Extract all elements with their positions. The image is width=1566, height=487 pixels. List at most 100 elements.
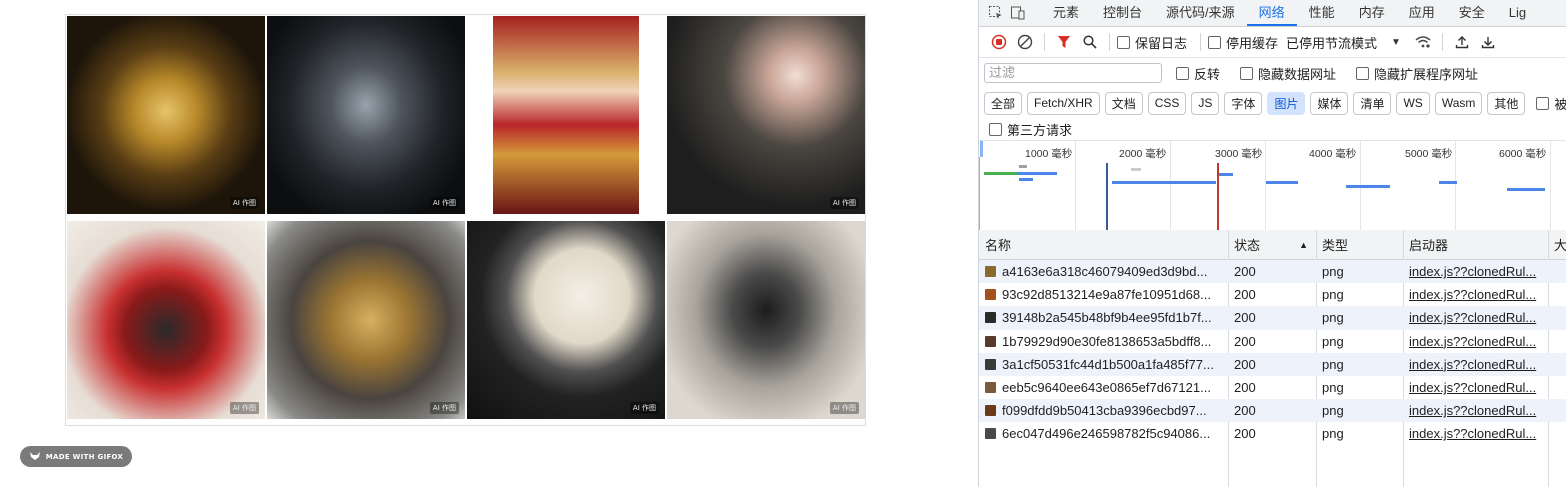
tab-security[interactable]: 安全 xyxy=(1447,0,1497,26)
column-type[interactable]: 类型 xyxy=(1316,230,1403,259)
tab-performance[interactable]: 性能 xyxy=(1297,0,1347,26)
inspect-element-icon[interactable] xyxy=(985,2,1007,24)
table-row[interactable]: eeb5c9640ee643e0865ef7d67121... 200 png ind… xyxy=(979,376,1566,399)
table-row[interactable]: 6ec047d496e246598782f5c94086... 200 png ind… xyxy=(979,422,1566,445)
request-name-cell[interactable]: 3a1cf50531fc44d1b500a1fa485f77... xyxy=(979,353,1228,376)
search-icon[interactable] xyxy=(1078,30,1102,54)
initiator-link[interactable]: index.js??clonedRul... xyxy=(1409,380,1536,395)
clear-icon[interactable] xyxy=(1013,30,1037,54)
blocked-requests-checkbox[interactable]: 被 xyxy=(1536,94,1566,113)
hide-data-urls-checkbox[interactable]: 隐藏数据网址 xyxy=(1240,64,1336,83)
gold-mecha-tile[interactable]: AI 作图 xyxy=(67,16,265,214)
tab-sources[interactable]: 源代码/来源 xyxy=(1154,0,1247,26)
gifox-watermark: MADE WITH GIFOX xyxy=(20,446,132,467)
table-row[interactable]: a4163e6a318c46079409ed3d9bd... 200 png inde… xyxy=(979,260,1566,284)
checkbox-box[interactable] xyxy=(1176,66,1189,80)
request-name-cell[interactable]: a4163e6a318c46079409ed3d9bd... xyxy=(979,260,1228,283)
initiator-link[interactable]: index.js??clonedRul... xyxy=(1409,287,1536,302)
checkbox-box[interactable] xyxy=(1536,96,1550,110)
type-filter-img[interactable]: 图片 xyxy=(1267,91,1306,115)
preserve-log-checkbox[interactable]: 保留日志 xyxy=(1117,33,1187,52)
disable-cache-checkbox[interactable]: 停用缓存 xyxy=(1208,33,1278,52)
request-initiator[interactable]: index.js??clonedRul... xyxy=(1403,283,1548,306)
checkbox-box[interactable] xyxy=(1240,66,1254,80)
export-har-icon[interactable] xyxy=(1476,30,1500,54)
image-thumbnail xyxy=(985,428,996,440)
invert-checkbox[interactable]: 反转 xyxy=(1176,64,1220,83)
column-name[interactable]: 名称 xyxy=(979,230,1228,259)
type-filter-media[interactable]: 媒体 xyxy=(1310,91,1349,115)
request-name: eeb5c9640ee643e0865ef7d67121... xyxy=(1002,380,1211,396)
initiator-link[interactable]: index.js??clonedRul... xyxy=(1409,403,1536,418)
ai-badge: AI 作图 xyxy=(429,197,459,209)
timeline-selection-start[interactable] xyxy=(980,141,983,157)
checkbox-box[interactable] xyxy=(1208,35,1222,49)
device-toolbar-icon[interactable] xyxy=(1007,2,1029,24)
table-row[interactable]: f099dfdd9b50413cba9396ecbd97... 200 png ind… xyxy=(979,399,1566,423)
filter-input[interactable]: 过滤 xyxy=(984,63,1162,83)
column-status[interactable]: 状态 ▲ xyxy=(1228,230,1316,259)
request-name-cell[interactable]: f099dfdd9b50413cba9396ecbd97... xyxy=(979,399,1228,422)
request-name-cell[interactable]: 93c92d8513214e9a87fe10951d68... xyxy=(979,283,1228,306)
red-armor-girl-tile[interactable] xyxy=(493,16,639,214)
filter-funnel-icon[interactable] xyxy=(1052,30,1076,54)
type-filter-fetch-xhr[interactable]: Fetch/XHR xyxy=(1027,91,1100,115)
request-initiator[interactable]: index.js??clonedRul... xyxy=(1403,399,1548,422)
type-filter-wasm[interactable]: Wasm xyxy=(1434,91,1483,115)
network-conditions-icon[interactable] xyxy=(1411,30,1435,54)
request-initiator[interactable]: index.js??clonedRul... xyxy=(1403,376,1548,399)
tab-console[interactable]: 控制台 xyxy=(1091,0,1154,26)
request-initiator[interactable]: index.js??clonedRul... xyxy=(1403,260,1548,283)
type-filter-other[interactable]: 其他 xyxy=(1487,91,1526,115)
type-filter-css[interactable]: CSS xyxy=(1147,91,1187,115)
type-filter-doc[interactable]: 文档 xyxy=(1104,91,1143,115)
type-filter-js[interactable]: JS xyxy=(1191,91,1220,115)
red-beast-tile[interactable]: AI 作图 xyxy=(67,221,265,419)
initiator-link[interactable]: index.js??clonedRul... xyxy=(1409,426,1536,441)
ai-badge: AI 作图 xyxy=(429,402,459,414)
table-row[interactable]: 39148b2a545b48bf9b4ee95fd1b7f... 200 png in… xyxy=(979,306,1566,330)
dragon-lotus-tile[interactable]: AI 作图 xyxy=(667,16,865,214)
moon-dragon-tile[interactable]: AI 作图 xyxy=(467,221,665,419)
request-name-cell[interactable]: eeb5c9640ee643e0865ef7d67121... xyxy=(979,376,1228,399)
table-row[interactable]: 93c92d8513214e9a87fe10951d68... 200 png ind… xyxy=(979,283,1566,306)
checkbox-box[interactable] xyxy=(1117,35,1130,49)
type-filter-font[interactable]: 字体 xyxy=(1224,91,1263,115)
tab-network[interactable]: 网络 xyxy=(1246,0,1297,26)
request-initiator[interactable]: index.js??clonedRul... xyxy=(1403,330,1548,353)
tab-elements[interactable]: 元素 xyxy=(1041,0,1091,26)
silver-mecha-tile[interactable]: AI 作图 xyxy=(667,221,865,419)
column-initiator[interactable]: 启动器 xyxy=(1403,230,1548,259)
column-size[interactable]: 大 xyxy=(1548,230,1566,259)
tab-lighthouse[interactable]: Lig xyxy=(1497,0,1538,26)
request-name-cell[interactable]: 6ec047d496e246598782f5c94086... xyxy=(979,422,1228,445)
timeline-overview[interactable]: 1000 毫秒 2000 毫秒 3000 毫秒 4000 毫秒 5000 毫秒 … xyxy=(979,140,1566,231)
table-row[interactable]: 1b79929d90e30fe8138653a5bdff8... 200 png in… xyxy=(979,330,1566,353)
golden-dragon-tile[interactable]: AI 作图 xyxy=(267,221,465,419)
type-filter-ws[interactable]: WS xyxy=(1396,91,1430,115)
request-initiator[interactable]: index.js??clonedRul... xyxy=(1403,306,1548,329)
hide-extension-urls-checkbox[interactable]: 隐藏扩展程序网址 xyxy=(1356,64,1478,83)
checkbox-box[interactable] xyxy=(989,122,1002,136)
request-name-cell[interactable]: 39148b2a545b48bf9b4ee95fd1b7f... xyxy=(979,306,1228,329)
request-initiator[interactable]: index.js??clonedRul... xyxy=(1403,353,1548,376)
throttle-select[interactable]: 已停用节流模式 ▼ xyxy=(1286,33,1401,52)
table-row[interactable]: 3a1cf50531fc44d1b500a1fa485f77... 200 png i… xyxy=(979,352,1566,376)
table-header: 名称 状态 ▲ 类型 启动器 大 xyxy=(979,230,1566,260)
initiator-link[interactable]: index.js??clonedRul... xyxy=(1409,264,1536,279)
third-party-checkbox[interactable]: 第三方请求 xyxy=(989,120,1072,139)
import-har-icon[interactable] xyxy=(1450,30,1474,54)
initiator-link[interactable]: index.js??clonedRul... xyxy=(1409,357,1536,372)
checkbox-box[interactable] xyxy=(1356,66,1370,80)
image-thumbnail xyxy=(985,358,996,370)
type-filter-all[interactable]: 全部 xyxy=(984,91,1023,115)
type-filter-manifest[interactable]: 清单 xyxy=(1353,91,1392,115)
tab-application[interactable]: 应用 xyxy=(1397,0,1447,26)
request-initiator[interactable]: index.js??clonedRul... xyxy=(1403,422,1548,445)
record-stop-icon[interactable] xyxy=(987,30,1011,54)
initiator-link[interactable]: index.js??clonedRul... xyxy=(1409,334,1536,349)
initiator-link[interactable]: index.js??clonedRul... xyxy=(1409,310,1536,325)
tab-memory[interactable]: 内存 xyxy=(1347,0,1397,26)
dark-dragon-knight-tile[interactable]: AI 作图 xyxy=(267,16,465,214)
request-name-cell[interactable]: 1b79929d90e30fe8138653a5bdff8... xyxy=(979,330,1228,353)
